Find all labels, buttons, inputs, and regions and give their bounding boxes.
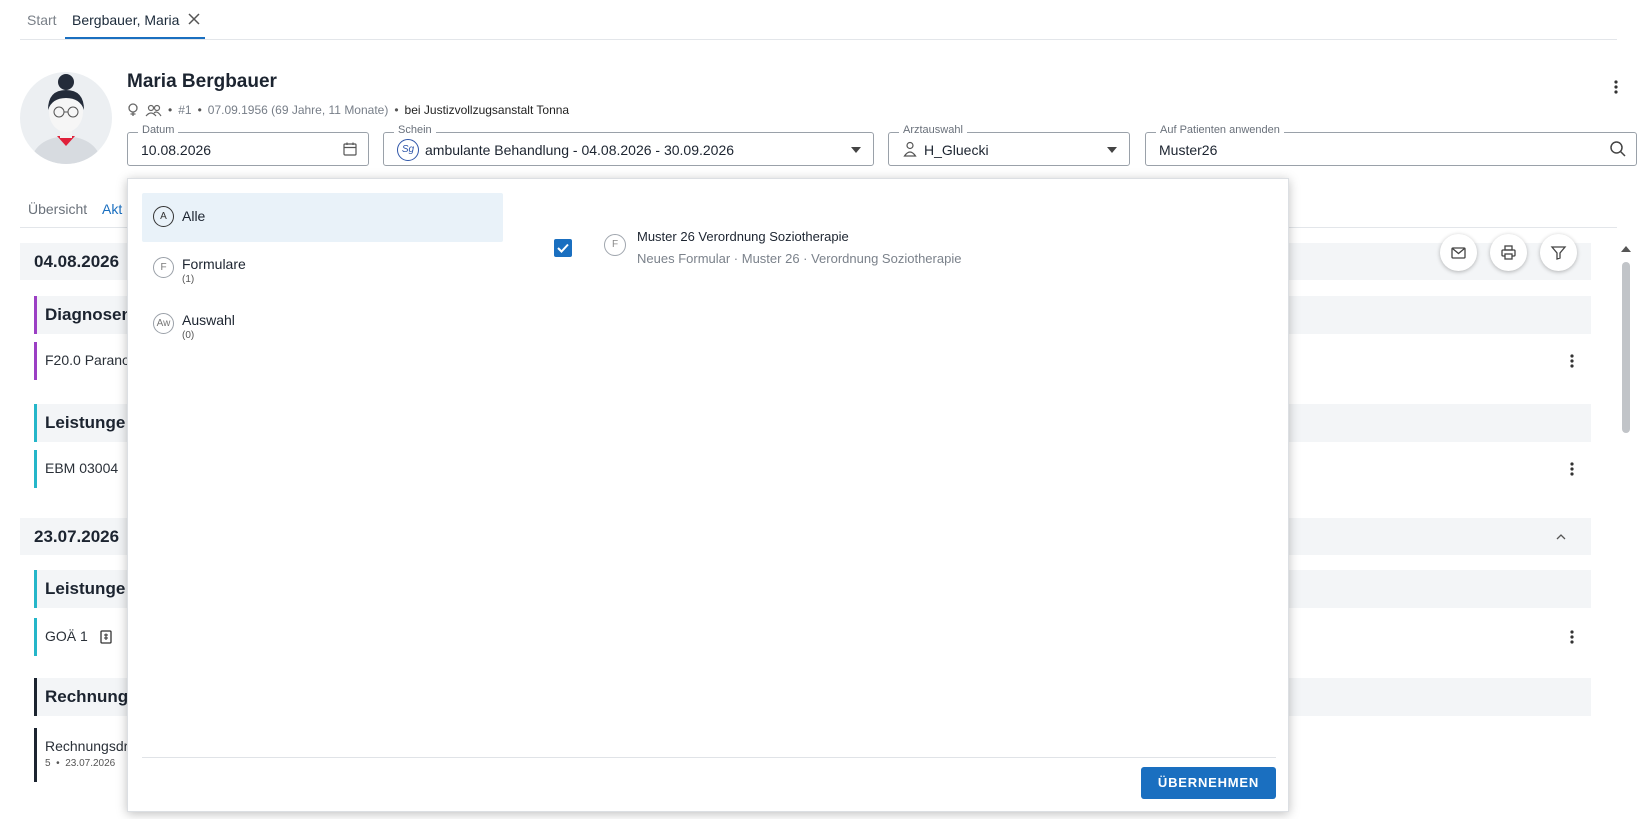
tab-bar: Start Bergbauer, Maria [20,0,1617,40]
list-item-text: Rechnungsdr [45,738,129,754]
section-title: Diagnosen [45,305,132,324]
date-group-label: 23.07.2026 [34,527,120,546]
date-field-value: 10.08.2026 [141,142,212,158]
category-formulare[interactable]: F Formulare (1) [142,243,503,292]
section-title: Leistunge [45,579,126,598]
search-results-popup: A Alle F Formulare (1) Aw Auswahl (0) F … [127,178,1289,812]
invoice-icon [100,630,112,644]
patient-meta: • #1 • 07.09.1956 (69 Jahre, 11 Monate) … [127,103,569,117]
category-badge: Aw [153,313,174,334]
female-icon [128,103,138,116]
result-badge: F [604,234,626,256]
doctor-select-value: H_Gluecki [924,142,989,158]
close-icon[interactable] [186,10,202,28]
scroll-up-arrow[interactable] [1621,246,1631,252]
group-icon [145,104,162,116]
active-tab-indicator [65,37,205,39]
check-icon [557,243,569,253]
category-badge: F [153,257,174,278]
more-vert-icon[interactable] [1567,628,1577,646]
category-badge: A [153,206,174,227]
category-all[interactable]: A Alle [142,193,503,242]
person-icon [903,141,917,157]
apply-search-label: Auf Patienten anwenden [1156,124,1284,136]
tab-start[interactable]: Start [27,12,57,28]
patient-birth: 07.09.1956 (69 Jahre, 11 Monate) [207,103,389,117]
schein-select-label: Schein [394,124,436,136]
more-vert-icon[interactable] [1567,352,1577,370]
list-item-subtext: 5 • 23.07.2026 [45,758,116,769]
scrollbar-thumb[interactable] [1622,262,1630,433]
apply-search-value: Muster26 [1159,142,1218,158]
apply-search-field[interactable]: Auf Patienten anwenden Muster26 [1145,124,1637,166]
date-field-label: Datum [138,124,179,136]
category-auswahl[interactable]: Aw Auswahl (0) [142,299,503,348]
mail-button[interactable] [1440,234,1477,271]
result-title: Muster 26 Verordnung Soziotherapie [637,229,849,244]
list-item-text: F20.0 Parano [45,352,130,368]
tab-patient[interactable]: Bergbauer, Maria [72,12,179,28]
category-label: Formulare [182,256,246,272]
print-button[interactable] [1490,234,1527,271]
tab-overview[interactable]: Übersicht [28,201,87,217]
filter-icon [1550,246,1567,260]
result-item[interactable]: F Muster 26 Verordnung Soziotherapie Neu… [554,229,1054,269]
schein-select-value: ambulante Behandlung - 04.08.2026 - 30.0… [425,142,735,158]
more-vert-icon[interactable] [1567,460,1577,478]
more-vert-icon[interactable] [1608,78,1624,96]
chevron-down-icon[interactable] [1107,147,1117,153]
schein-badge: Sg [397,139,419,161]
patient-number: #1 [178,103,192,117]
section-title: Rechnung [45,687,129,706]
avatar [20,72,112,164]
category-label: Alle [182,208,206,224]
search-icon[interactable] [1609,140,1627,158]
section-title: Leistunge [45,413,126,432]
divider [142,757,1276,758]
schein-select[interactable]: Schein Sg ambulante Behandlung - 04.08.2… [383,124,874,166]
chevron-up-icon[interactable] [1555,533,1567,541]
print-icon [1501,245,1516,260]
apply-button[interactable]: ÜBERNEHMEN [1141,767,1276,799]
doctor-select[interactable]: Arztauswahl H_Gluecki [888,124,1130,166]
patient-name: Maria Bergbauer [127,71,277,92]
list-item-text: GOÄ 1 [45,628,88,644]
patient-location: bei Justizvollzugsanstalt Tonna [404,103,570,117]
date-group-label: 04.08.2026 [34,252,120,271]
filter-button[interactable] [1540,234,1577,271]
category-count: (1) [182,274,195,285]
result-subtitle: Neues Formular · Muster 26 · Verordnung … [637,251,962,266]
calendar-icon[interactable] [342,141,358,157]
result-checkbox[interactable] [554,239,572,257]
doctor-select-label: Arztauswahl [899,124,967,136]
category-count: (0) [182,330,195,341]
date-field[interactable]: Datum 10.08.2026 [127,124,369,166]
list-item-text: EBM 03004 [45,460,119,476]
tab-akte[interactable]: Akt [102,201,122,217]
mail-icon [1451,247,1466,259]
category-label: Auswahl [182,312,235,328]
chevron-down-icon[interactable] [851,147,861,153]
